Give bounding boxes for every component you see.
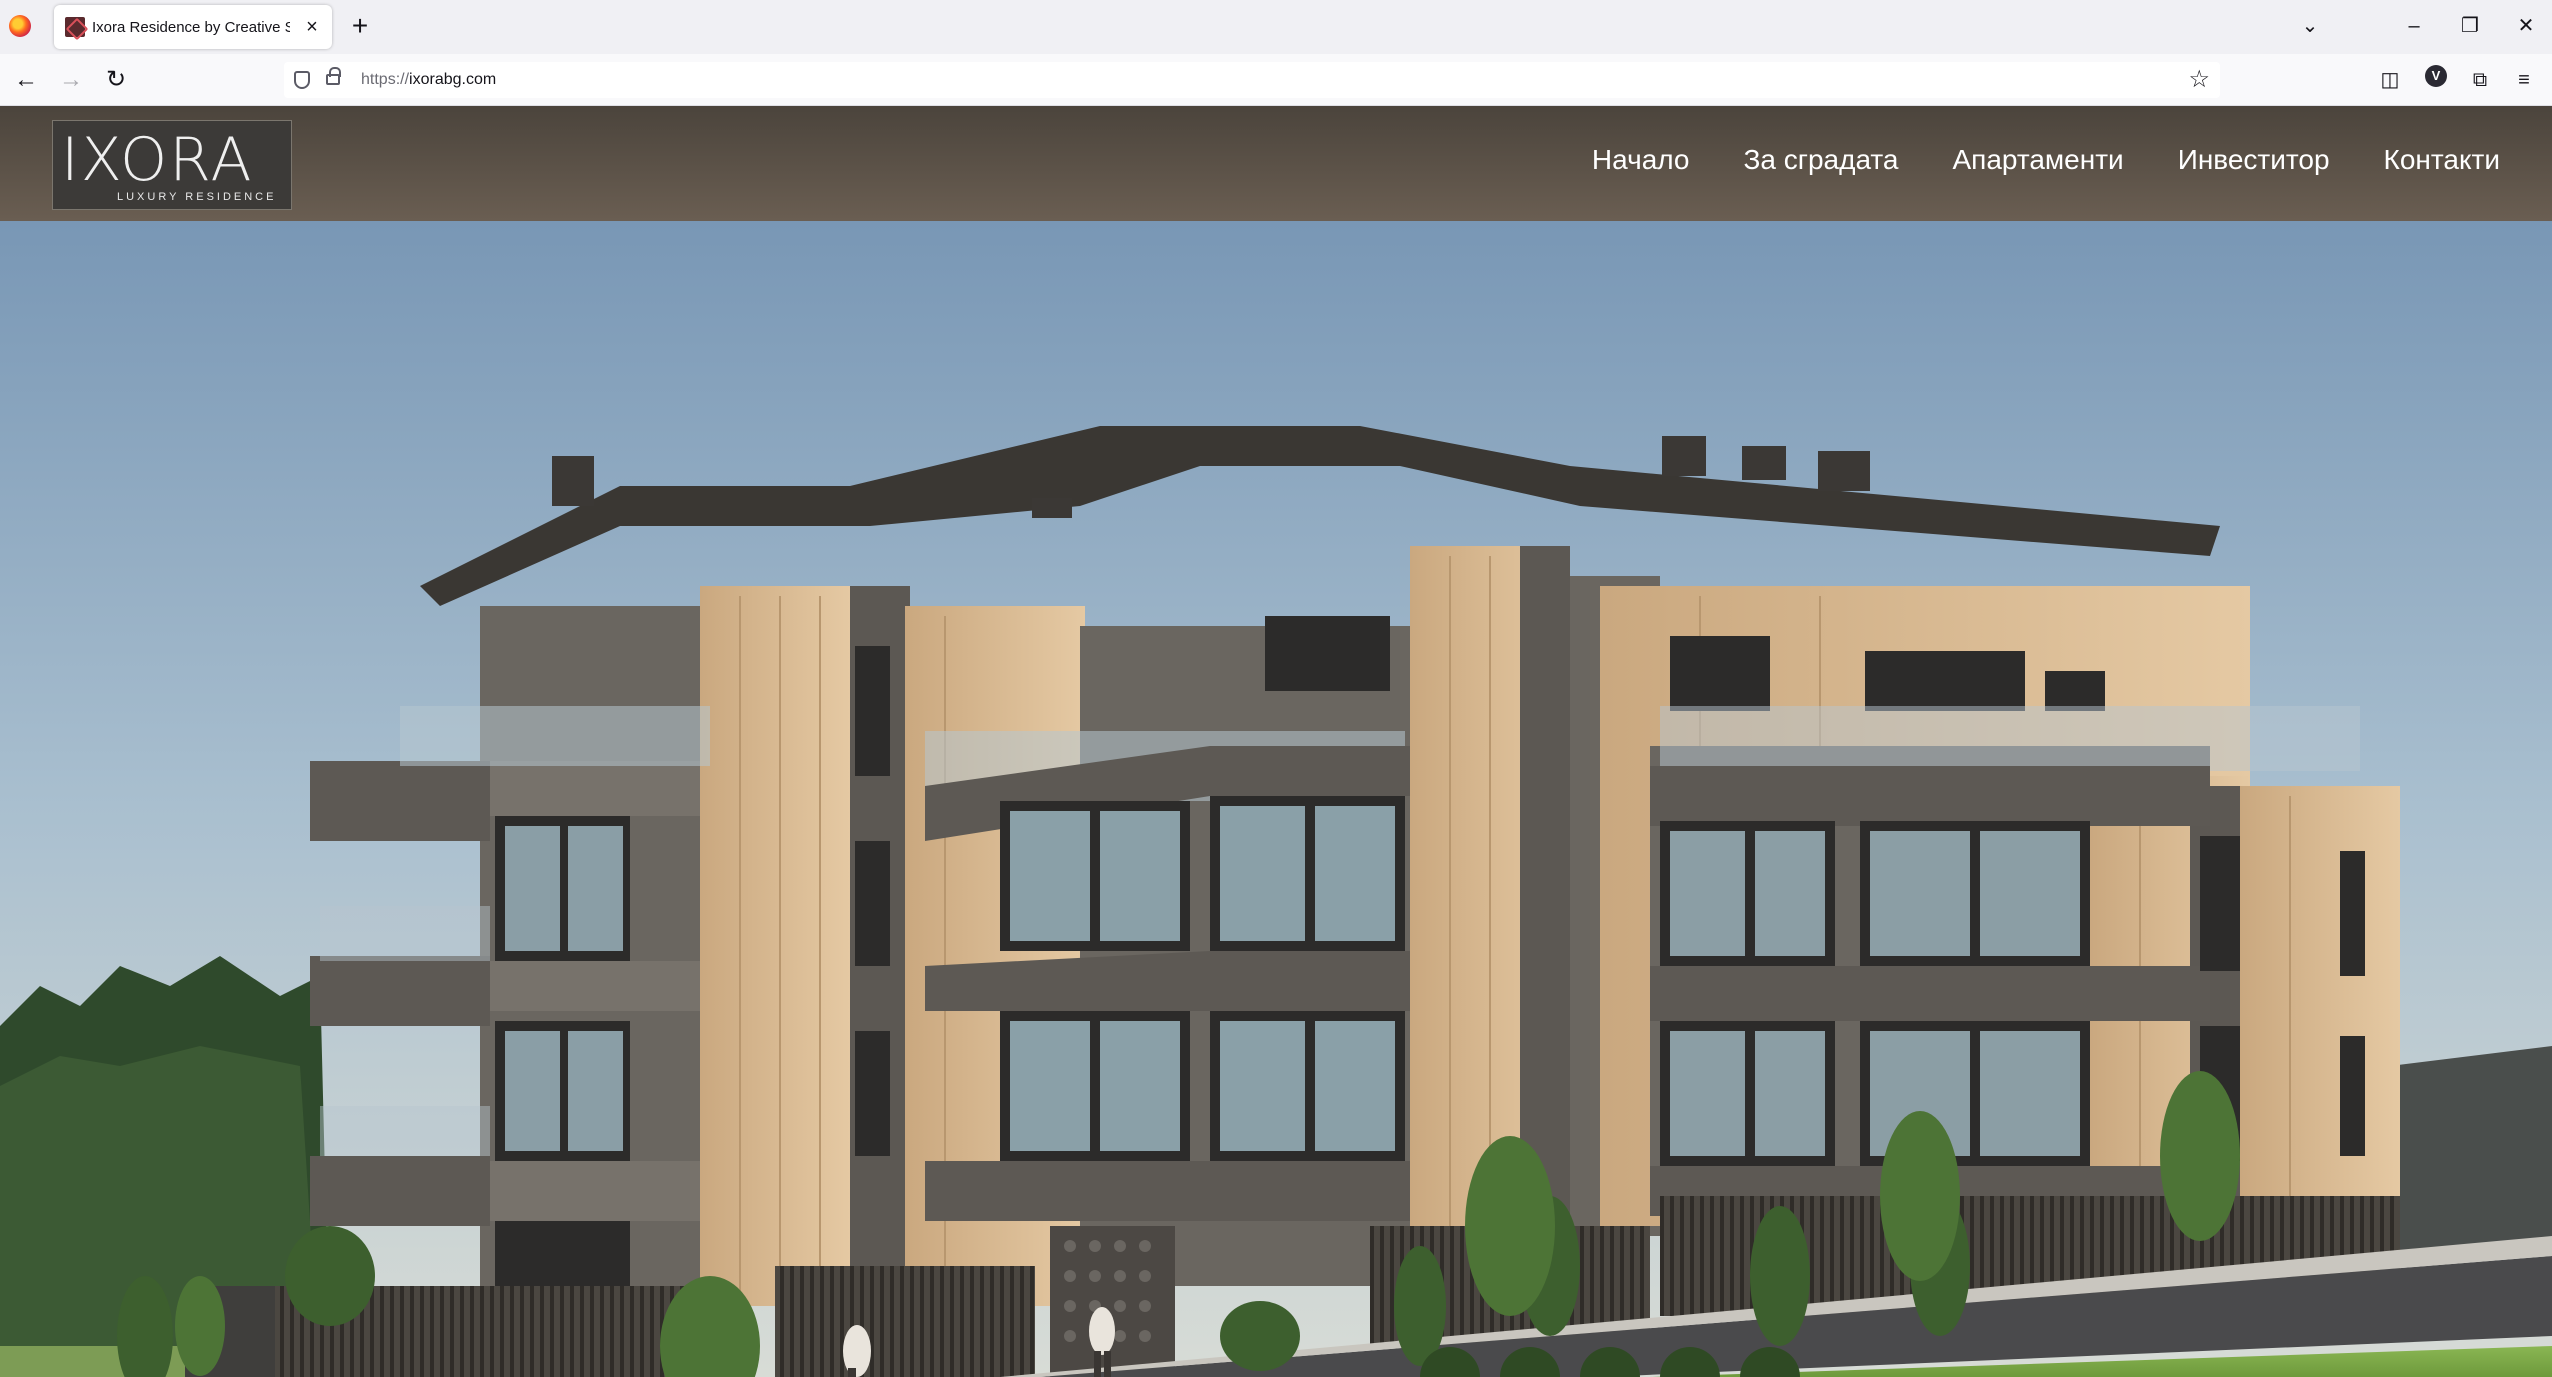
logo-wordmark: IXORA [61, 125, 254, 195]
bookmark-star-icon[interactable]: ☆ [2188, 65, 2210, 94]
nav-link-investor[interactable]: Инвеститор [2178, 144, 2330, 176]
restore-window-button[interactable]: ❐ [2452, 10, 2488, 42]
browser-tab-active[interactable]: Ixora Residence by Creative Stu × [54, 5, 332, 49]
pocket-icon[interactable]: ◫ [2374, 64, 2406, 96]
main-navigation: Начало За сградата Апартаменти Инвестито… [1538, 144, 2500, 176]
extensions-icon[interactable]: ⧉ [2464, 64, 2496, 96]
padlock-icon[interactable] [326, 67, 341, 85]
tab-close-icon[interactable]: × [300, 15, 324, 39]
reload-button[interactable]: ↻ [100, 65, 132, 97]
nav-link-home[interactable]: Начало [1592, 144, 1690, 176]
minimize-window-button[interactable]: – [2396, 10, 2432, 42]
url-host: ixorabg.com [409, 71, 497, 88]
new-tab-button[interactable]: + [345, 12, 375, 42]
site-header: IXORA LUXURY RESIDENCE Начало За сградат… [0, 106, 2552, 221]
close-window-button[interactable]: ✕ [2508, 10, 2544, 42]
url-scheme: https:// [361, 71, 410, 88]
url-text[interactable]: https://ixorabg.com [361, 71, 496, 89]
firefox-icon [9, 15, 31, 37]
address-bar[interactable]: https://ixorabg.com ☆ [284, 62, 2220, 98]
site-favicon-icon [65, 17, 85, 37]
forward-button[interactable]: → [55, 65, 87, 97]
list-all-tabs-button[interactable]: ⌄ [2292, 10, 2328, 42]
hero-building-render [0, 106, 2552, 1377]
back-button[interactable]: ← [10, 65, 42, 97]
ixora-logo[interactable]: IXORA LUXURY RESIDENCE [52, 120, 292, 210]
browser-tab-strip: Ixora Residence by Creative Stu × + ⌄ – … [0, 0, 2552, 54]
tracking-protection-shield-icon[interactable] [294, 71, 310, 89]
nav-link-apartments[interactable]: Апартаменти [1952, 144, 2123, 176]
logo-tagline: LUXURY RESIDENCE [117, 191, 277, 203]
tab-title: Ixora Residence by Creative Stu [92, 19, 290, 36]
web-page: IXORA LUXURY RESIDENCE Начало За сградат… [0, 106, 2552, 1377]
profile-avatar[interactable]: V [2425, 65, 2447, 87]
browser-navigation-bar: ← → ↻ https://ixorabg.com ☆ ◫ ⧉ ≡ [0, 54, 2552, 106]
app-menu-icon[interactable]: ≡ [2508, 64, 2540, 96]
nav-link-contacts[interactable]: Контакти [2384, 144, 2500, 176]
nav-link-about-building[interactable]: За сградата [1743, 144, 1898, 176]
